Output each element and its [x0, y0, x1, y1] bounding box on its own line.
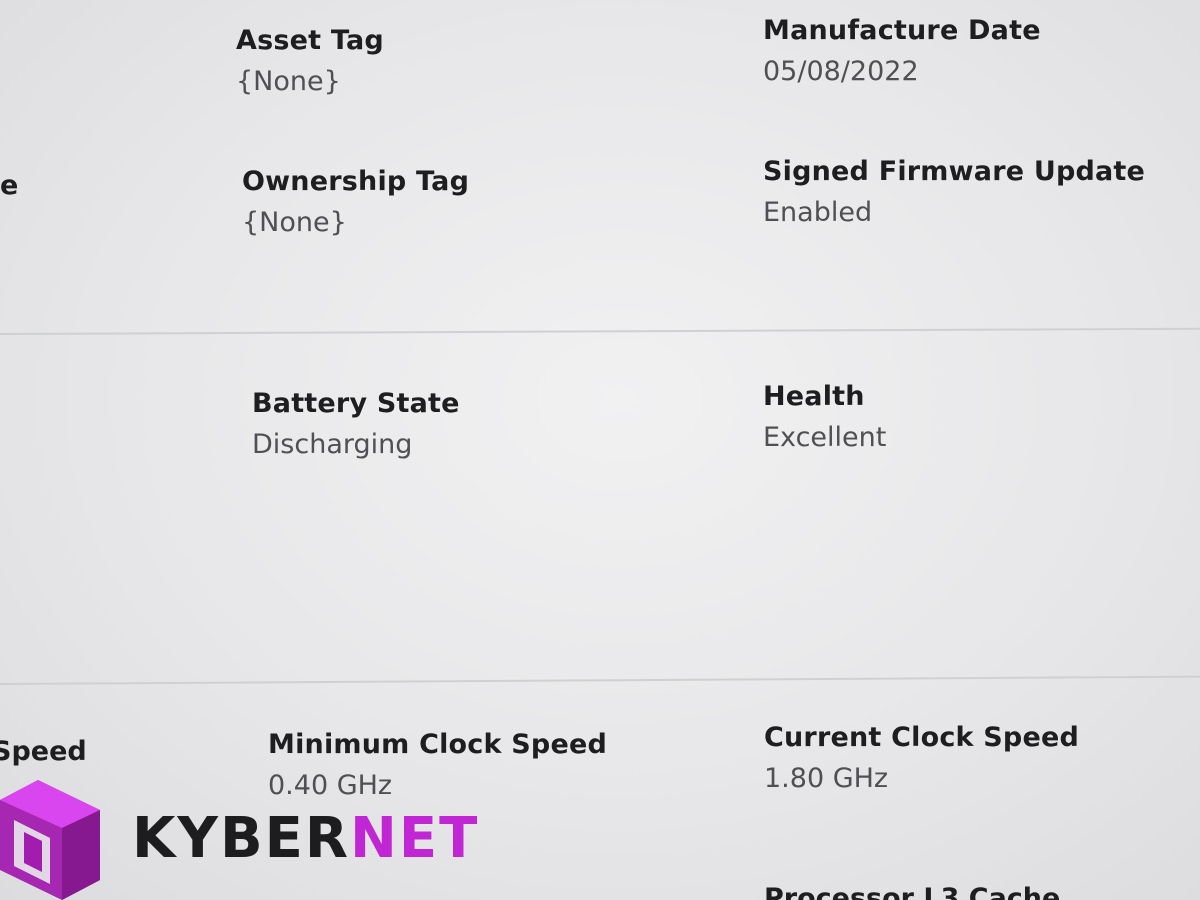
asset-tag-field: Asset Tag {None} [236, 25, 384, 97]
health-value: Excellent [763, 422, 887, 453]
health-field: Health Excellent [763, 381, 886, 453]
manufacture-date-value: 05/08/2022 [763, 56, 919, 87]
kybernet-watermark: KYBERNET [0, 780, 477, 900]
brand-part-two: NET [350, 806, 480, 871]
battery-state-label: Battery State [252, 388, 460, 419]
manufacture-date-label: Manufacture Date [763, 15, 1041, 46]
processor-l3-cache-label: Processor L3 Cache [764, 883, 1061, 900]
cube-logo-icon [0, 780, 100, 900]
manufacture-date-field: Manufacture Date 05/08/2022 [763, 15, 1041, 87]
current-clock-speed-value: 1.80 GHz [764, 763, 889, 794]
current-clock-speed-field: Current Clock Speed 1.80 GHz [764, 722, 1079, 794]
asset-tag-label: Asset Tag [236, 25, 384, 56]
clipped-label: e [0, 170, 19, 201]
ownership-tag-field: Ownership Tag {None} [242, 166, 469, 238]
health-label: Health [763, 381, 865, 412]
signed-firmware-update-field: Signed Firmware Update Enabled [763, 156, 1145, 228]
battery-state-value: Discharging [252, 429, 413, 460]
battery-state-field: Battery State Discharging [252, 388, 460, 460]
brand-wordmark: KYBERNET [132, 806, 479, 871]
current-clock-speed-label: Current Clock Speed [764, 722, 1080, 753]
minimum-clock-speed-label: Minimum Clock Speed [268, 729, 607, 760]
signed-firmware-update-value: Enabled [763, 197, 873, 228]
signed-firmware-update-label: Signed Firmware Update [763, 156, 1146, 187]
clipped-label: Speed [0, 736, 87, 767]
brand-part-one: KYBER [132, 806, 351, 871]
ownership-tag-value: {None} [242, 207, 347, 238]
asset-tag-value: {None} [236, 66, 341, 97]
ownership-tag-label: Ownership Tag [242, 166, 470, 197]
